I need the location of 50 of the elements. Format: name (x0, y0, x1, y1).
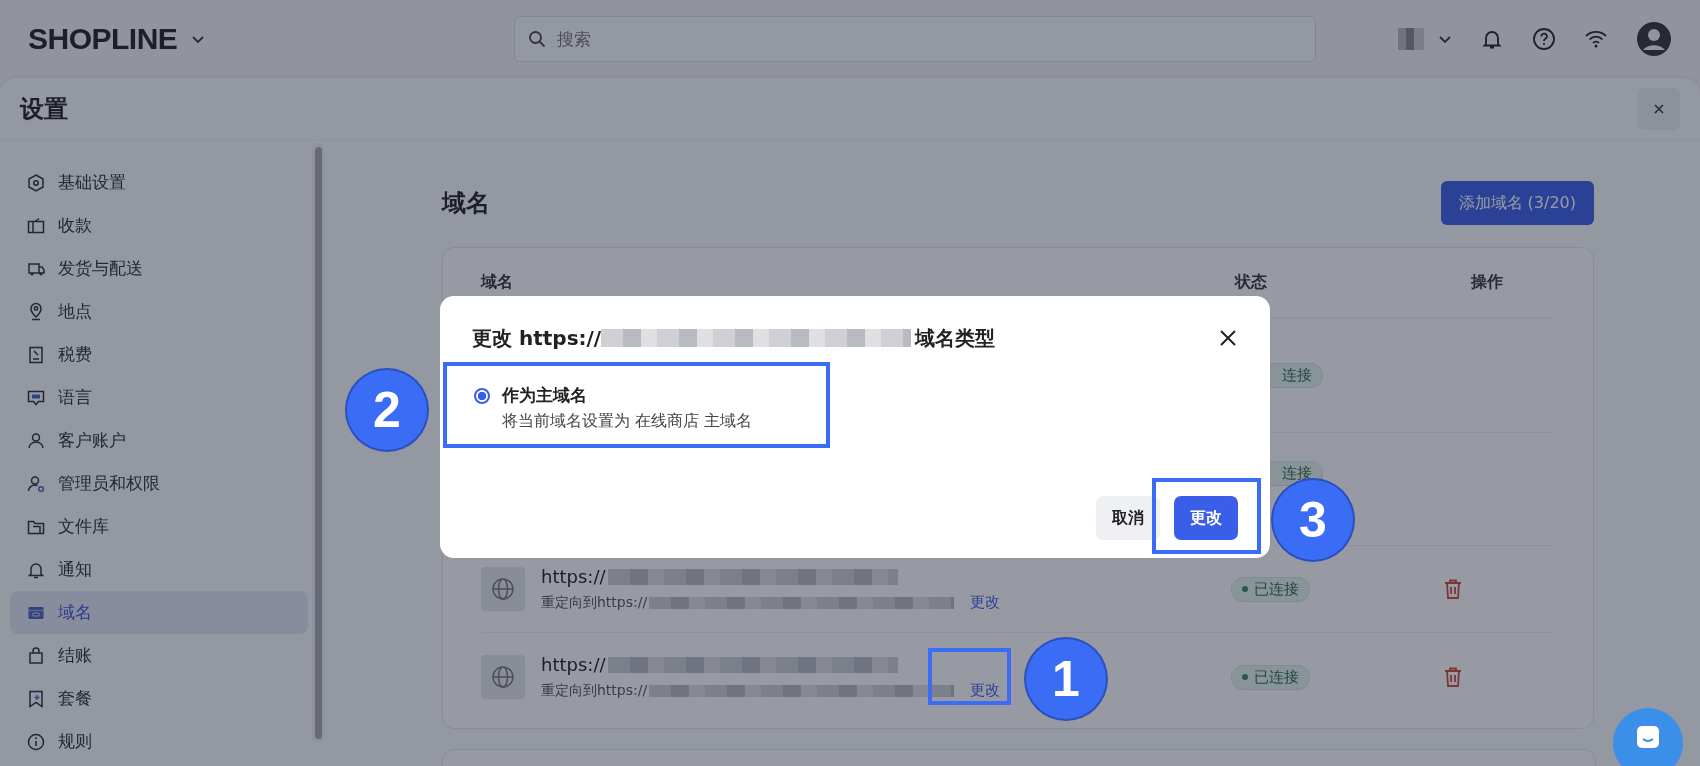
redirect-url: 重定向到https:// (541, 593, 648, 612)
change-link[interactable]: 更改 (970, 681, 1001, 700)
sidebar-item[interactable]: 域名 (10, 591, 308, 634)
sidebar-item[interactable]: 税费 (10, 333, 308, 376)
sidebar-label: 税费 (58, 343, 92, 366)
logo[interactable]: SHOPLINE (28, 22, 178, 56)
sidebar-item[interactable]: 管理员和权限 (10, 462, 308, 505)
sidebar-label: 语言 (58, 386, 92, 409)
dialog-title: 域名类型 (915, 324, 996, 352)
sidebar-item[interactable]: 语言 (10, 376, 308, 419)
sidebar-label: 规则 (58, 730, 92, 753)
sidebar-label: 地点 (58, 300, 92, 323)
status-badge: 已连接 (1231, 664, 1310, 690)
domain-url: https:// (541, 566, 606, 587)
sidebar-item[interactable]: 结账 (10, 634, 308, 677)
sidebar-label: 管理员和权限 (58, 472, 160, 495)
sidebar-item[interactable]: 发货与配送 (10, 247, 308, 290)
option-label: 作为主域名 (502, 384, 588, 407)
section-title: 域名 (442, 188, 490, 219)
sidebar-label: 域名 (58, 601, 92, 624)
sidebar-item[interactable]: 规则 (10, 720, 308, 763)
column-header: 状态 (1235, 272, 1268, 293)
sidebar-item[interactable]: 通知 (10, 548, 308, 591)
status-badge: 已连接 (1231, 576, 1310, 602)
confirm-button[interactable]: 更改 (1174, 496, 1238, 540)
sidebar-label: 通知 (58, 558, 92, 581)
sidebar-label: 客户账户 (58, 429, 126, 452)
sidebar-label: 套餐 (58, 687, 92, 710)
column-header: 操作 (1469, 272, 1503, 293)
sidebar-item[interactable]: 套餐 (10, 677, 308, 720)
search-field[interactable]: 搜索 (514, 16, 1316, 62)
sidebar-label: 基础设置 (58, 171, 126, 194)
sidebar-label: 结账 (58, 644, 92, 667)
panel-title: 设置 (20, 94, 68, 125)
dialog-title: 更改 https:// (472, 324, 602, 352)
redirect-url: 重定向到https:// (541, 681, 648, 700)
domain-url: https:// (541, 654, 606, 675)
add-domain-button[interactable]: 添加域名 (3/20) (1440, 181, 1594, 225)
sidebar-item[interactable]: 收款 (10, 204, 308, 247)
cancel-button[interactable]: 取消 (1096, 496, 1160, 540)
sidebar-label: 文件库 (58, 515, 109, 538)
change-link[interactable]: 更改 (970, 593, 1001, 612)
sidebar-item[interactable]: 客户账户 (10, 419, 308, 462)
option-description: 将当前域名设置为 在线商店 主域名 (502, 411, 753, 432)
sidebar-label: 发货与配送 (58, 257, 143, 280)
sidebar-item[interactable]: 地点 (10, 290, 308, 333)
sidebar-label: 收款 (58, 214, 92, 237)
sidebar-item[interactable]: 文件库 (10, 505, 308, 548)
column-header: 域名 (481, 272, 514, 293)
sidebar-item[interactable]: 基础设置 (10, 161, 308, 204)
